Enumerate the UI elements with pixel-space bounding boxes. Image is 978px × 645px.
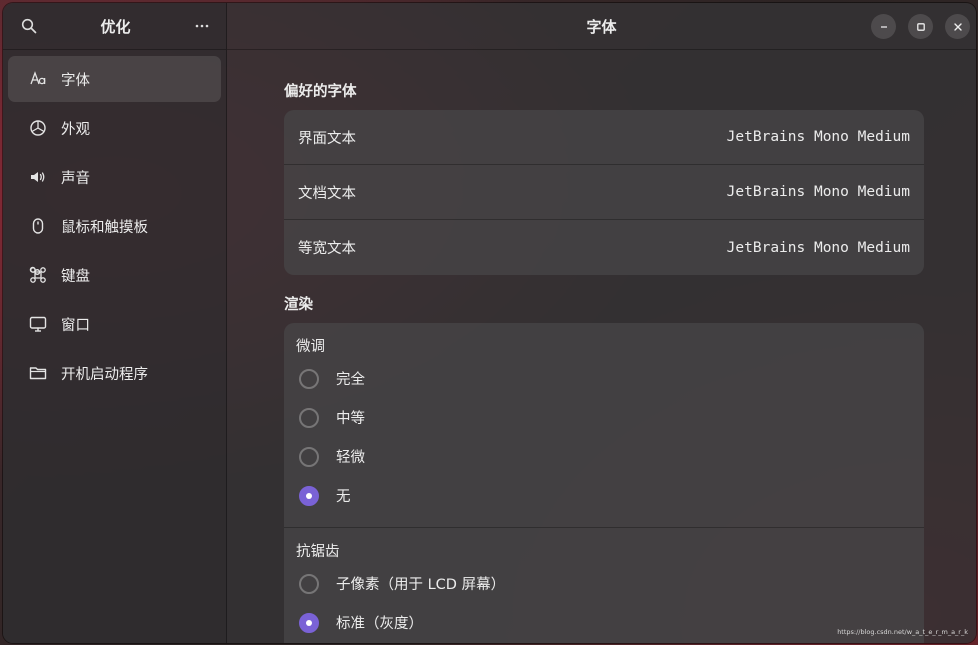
sidebar-item-keyboard[interactable]: 键盘 — [8, 252, 221, 298]
antialiasing-option-standard[interactable]: 标准（灰度） — [296, 603, 912, 642]
sidebar-item-startup[interactable]: 开机启动程序 — [8, 350, 221, 396]
hinting-option-slight[interactable]: 轻微 — [296, 437, 912, 476]
close-button[interactable] — [945, 14, 970, 39]
radio-label: 轻微 — [336, 450, 365, 466]
command-key-icon — [28, 265, 48, 285]
section-title-rendering: 渲染 — [284, 297, 313, 313]
main-panel: 字体 偏好的字体 界面文本 JetBrains Mono Medium 文档文本… — [227, 3, 976, 643]
mouse-icon — [28, 216, 48, 236]
font-row-label: 界面文本 — [298, 130, 356, 147]
maximize-button[interactable] — [908, 14, 933, 39]
radio-label: 中等 — [336, 411, 365, 427]
sidebar-nav: 字体 外观 声音 鼠标和触摸板 键盘 窗口 开机启动程序 — [3, 50, 226, 405]
radio-label: 子像素（用于 LCD 屏幕） — [336, 577, 506, 593]
sidebar-item-fonts[interactable]: 字体 — [8, 56, 221, 102]
monospace-font-row[interactable]: 等宽文本 JetBrains Mono Medium — [284, 220, 924, 275]
antialiasing-label: 抗锯齿 — [296, 544, 340, 560]
antialiasing-group: 抗锯齿 子像素（用于 LCD 屏幕） 标准（灰度） — [284, 527, 924, 643]
sidebar-item-label: 窗口 — [61, 317, 90, 334]
hinting-option-medium[interactable]: 中等 — [296, 398, 912, 437]
font-row-value: JetBrains Mono Medium — [726, 129, 910, 145]
font-row-value: JetBrains Mono Medium — [726, 239, 910, 256]
watermark: https://blog.csdn.net/w_a_t_e_r_m_a_r_k — [837, 628, 968, 636]
sidebar-item-mouse[interactable]: 鼠标和触摸板 — [8, 203, 221, 249]
radio-label: 无 — [336, 489, 351, 505]
speaker-icon — [28, 167, 48, 187]
antialiasing-option-subpixel[interactable]: 子像素（用于 LCD 屏幕） — [296, 564, 912, 603]
rendering-card: 微调 完全 中等 轻微 无 抗锯齿 子像素（用于 LCD 屏幕） 标准（灰度） — [284, 323, 924, 643]
app-window: 优化 字体 外观 声音 鼠标和触摸板 键盘 窗口 开机启动程序 字体 偏好的字体… — [3, 3, 976, 643]
sidebar-item-label: 外观 — [61, 121, 90, 138]
monitor-icon — [28, 314, 48, 334]
minimize-button[interactable] — [871, 14, 896, 39]
sidebar-item-sound[interactable]: 声音 — [8, 154, 221, 200]
radio-button-checked[interactable] — [299, 612, 319, 633]
hinting-option-full[interactable]: 完全 — [296, 359, 912, 398]
sidebar-title: 优化 — [100, 17, 131, 36]
radio-label: 完全 — [336, 372, 365, 388]
page-title: 字体 — [586, 17, 617, 36]
font-row-label: 文档文本 — [298, 185, 356, 202]
sidebar-item-windows[interactable]: 窗口 — [8, 301, 221, 347]
radio-label: 标准（灰度） — [336, 616, 423, 632]
window-controls — [871, 14, 970, 39]
radio-button[interactable] — [299, 368, 319, 389]
more-horizontal-icon[interactable] — [190, 14, 214, 38]
hinting-group: 微调 完全 中等 轻微 无 — [284, 323, 924, 527]
font-row-label: 等宽文本 — [298, 241, 356, 257]
sidebar-item-appearance[interactable]: 外观 — [8, 105, 221, 151]
sidebar-item-label: 键盘 — [61, 268, 90, 285]
hinting-label: 微调 — [296, 339, 325, 355]
radio-button[interactable] — [299, 446, 319, 467]
radio-button[interactable] — [299, 407, 319, 428]
font-icon — [28, 69, 48, 89]
appearance-icon — [28, 118, 48, 138]
sidebar-item-label: 字体 — [61, 72, 90, 89]
sidebar-item-label: 开机启动程序 — [61, 366, 148, 383]
document-font-row[interactable]: 文档文本 JetBrains Mono Medium — [284, 165, 924, 220]
content: 偏好的字体 界面文本 JetBrains Mono Medium 文档文本 Je… — [284, 50, 924, 643]
hinting-option-none[interactable]: 无 — [296, 476, 912, 515]
font-row-value: JetBrains Mono Medium — [726, 184, 910, 200]
sidebar: 优化 字体 外观 声音 鼠标和触摸板 键盘 窗口 开机启动程序 — [3, 3, 227, 643]
preferred-fonts-card: 界面文本 JetBrains Mono Medium 文档文本 JetBrain… — [284, 110, 924, 275]
main-header: 字体 — [227, 3, 976, 50]
folder-icon — [28, 363, 48, 383]
radio-button[interactable] — [299, 573, 319, 594]
section-title-preferred-fonts: 偏好的字体 — [284, 84, 357, 100]
sidebar-item-label: 声音 — [61, 170, 90, 187]
sidebar-header: 优化 — [3, 3, 226, 50]
search-icon[interactable] — [17, 14, 41, 38]
radio-button-checked[interactable] — [299, 485, 319, 506]
interface-font-row[interactable]: 界面文本 JetBrains Mono Medium — [284, 110, 924, 165]
sidebar-item-label: 鼠标和触摸板 — [61, 219, 148, 236]
